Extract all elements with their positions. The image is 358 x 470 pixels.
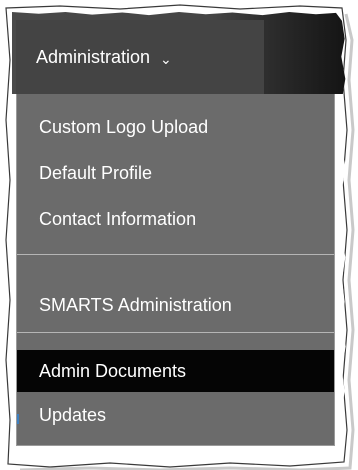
menu-item-contact-information[interactable]: Contact Information [17, 198, 334, 240]
menu-item-smarts-administration[interactable]: SMARTS Administration [17, 284, 334, 326]
menu-divider [17, 254, 334, 255]
menu-item-label: Updates [39, 404, 107, 425]
menu-item-label: SMARTS Administration [39, 294, 232, 315]
menu-item-label: Contact Information [39, 208, 197, 229]
menu-divider [17, 332, 334, 333]
menu-item-custom-logo-upload[interactable]: Custom Logo Upload [17, 106, 334, 148]
menu-item-label: Admin Documents [39, 360, 187, 381]
menu-item-label: Custom Logo Upload [39, 116, 209, 137]
administration-dropdown-menu: Custom Logo Upload Default Profile Conta… [16, 94, 335, 446]
menu-item-updates[interactable]: Updates [17, 394, 334, 436]
administration-tab-label: Administration [36, 46, 151, 67]
menu-item-admin-documents[interactable]: Admin Documents [17, 350, 334, 392]
menu-item-label: Default Profile [39, 162, 153, 183]
screenshot-area: Administration ⌄ Custom Logo Upload Defa… [12, 12, 346, 458]
top-navigation-bar: Administration ⌄ [12, 12, 346, 94]
menu-item-default-profile[interactable]: Default Profile [17, 152, 334, 194]
administration-menu-tab[interactable]: Administration ⌄ [16, 20, 264, 94]
chevron-down-icon: ⌄ [160, 50, 172, 67]
